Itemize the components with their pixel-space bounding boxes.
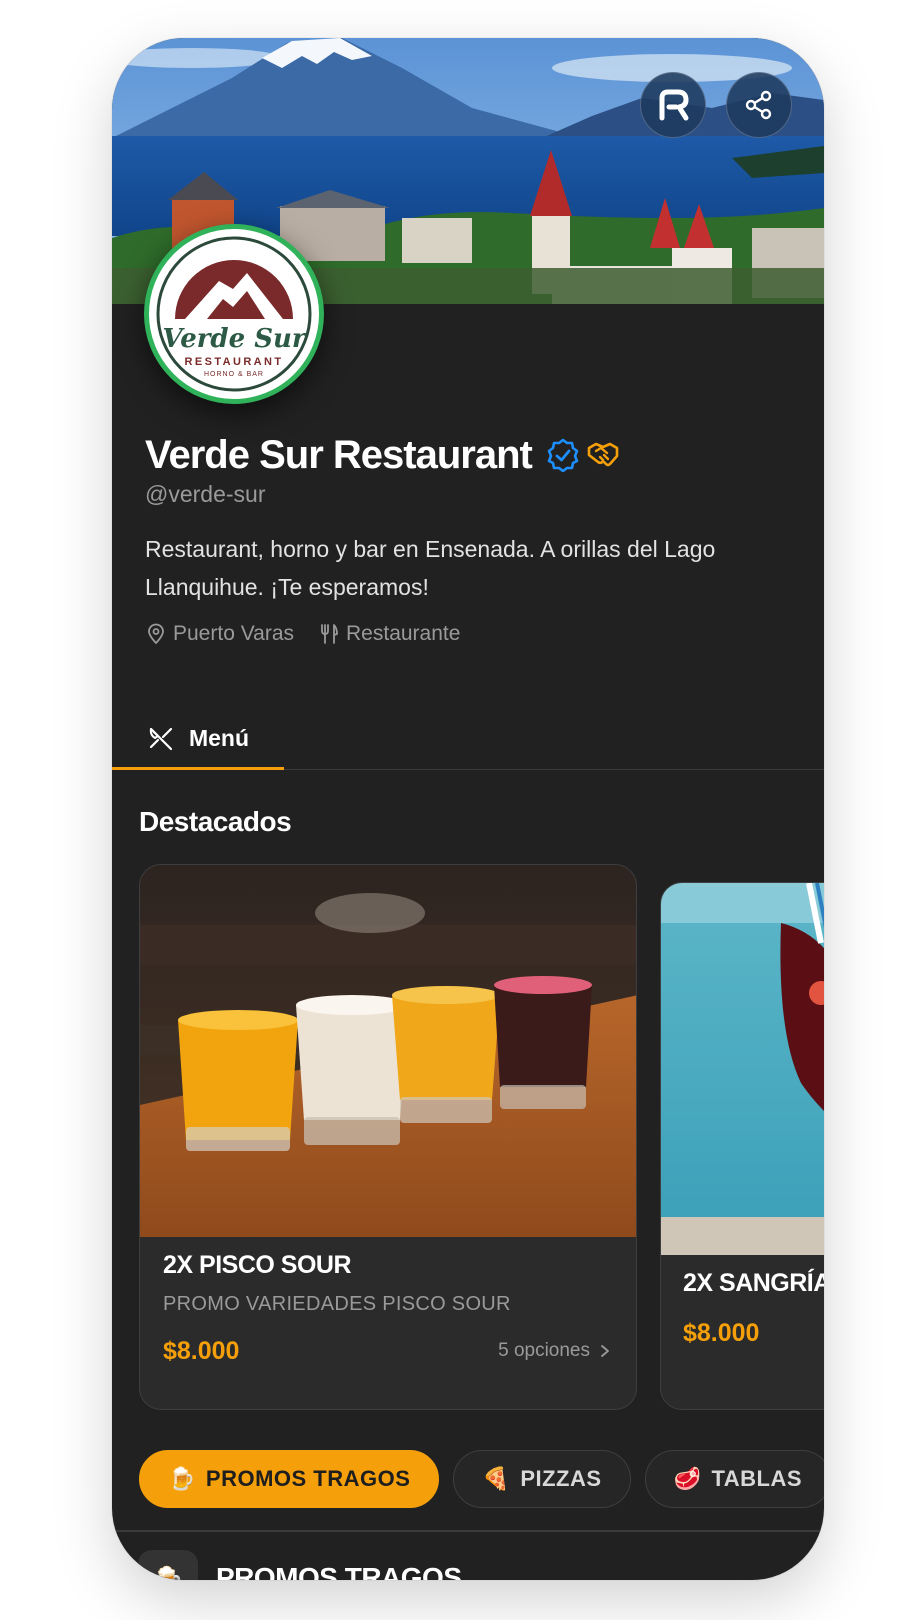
featured-item-options[interactable]: 5 opciones xyxy=(498,1340,610,1362)
partner-handshake-icon[interactable] xyxy=(586,438,620,472)
profile-badges xyxy=(546,438,620,472)
profile-handle: @verde-sur xyxy=(145,481,266,507)
profile-meta: Puerto Varas Restaurante xyxy=(145,622,460,646)
featured-title: Destacados xyxy=(139,806,292,837)
category-item: Restaurante xyxy=(318,622,460,646)
tab-menu[interactable]: Menú xyxy=(112,710,284,770)
section-divider xyxy=(112,1530,824,1532)
profile-name: Verde Sur Restaurant xyxy=(145,432,533,477)
phone-frame: Verde Sur RESTAURANT HORNO & BAR Verde S… xyxy=(112,38,824,1580)
location-text: Puerto Varas xyxy=(173,622,295,645)
location-item: Puerto Varas xyxy=(145,622,294,646)
tab-bar: Menú xyxy=(112,710,824,770)
category-text: Restaurante xyxy=(346,622,461,645)
logo-tagline: HORNO & BAR xyxy=(204,371,264,378)
chevron-right-icon xyxy=(601,1345,609,1357)
verified-icon[interactable] xyxy=(546,438,580,472)
featured-item-price: $8.000 xyxy=(163,1337,240,1365)
share-button[interactable] xyxy=(726,72,792,138)
utensils-crossed-icon xyxy=(149,727,173,750)
section-icon: 🍺 xyxy=(138,1550,198,1580)
featured-item-title: 2X PISCO SOUR xyxy=(163,1251,352,1279)
featured-item-title: 2X SANGRÍA xyxy=(683,1269,824,1297)
chip-pizzas[interactable]: 🍕 PIZZAS xyxy=(453,1450,631,1508)
fork-knife-icon xyxy=(321,624,338,644)
logo-title: Verde Sur xyxy=(162,324,307,354)
featured-item-subtitle: PROMO VARIEDADES PISCO SOUR xyxy=(163,1293,511,1315)
beer-icon: 🍺 xyxy=(151,1564,185,1581)
meat-icon: 🥩 xyxy=(673,1466,702,1491)
options-text: 5 opciones xyxy=(498,1340,590,1361)
share-icon xyxy=(745,90,772,120)
featured-card[interactable]: 2X SANGRÍA $8.000 xyxy=(660,882,824,1410)
beer-icon: 🍺 xyxy=(168,1466,196,1491)
pisco-sour-image xyxy=(140,865,636,1237)
chip-label: PIZZAS xyxy=(520,1466,602,1491)
brand-button[interactable] xyxy=(640,72,706,138)
sangria-image xyxy=(661,883,824,1255)
section-title: PROMOS TRAGOS xyxy=(216,1562,462,1580)
featured-item-price: $8.000 xyxy=(683,1319,760,1347)
profile-header: Verde Sur Restaurant xyxy=(145,430,620,480)
location-pin-icon xyxy=(148,623,164,645)
chip-label: PROMOS TRAGOS xyxy=(205,1466,411,1491)
profile-bio: Restaurant, horno y bar en Ensenada. A o… xyxy=(145,536,716,600)
pizza-icon: 🍕 xyxy=(482,1466,511,1491)
featured-card[interactable]: 2X PISCO SOUR PROMO VARIEDADES PISCO SOU… xyxy=(139,864,637,1410)
chip-promos-tragos[interactable]: 🍺 PROMOS TRAGOS xyxy=(139,1450,440,1508)
restaurant-logo: Verde Sur RESTAURANT HORNO & BAR xyxy=(144,224,324,404)
category-chips: 🍺 PROMOS TRAGOS 🍕 PIZZAS 🥩 TABLAS xyxy=(139,1450,824,1508)
chip-label: TABLAS xyxy=(711,1466,803,1491)
logo-subtitle: RESTAURANT xyxy=(185,356,284,368)
tab-menu-label: Menú xyxy=(188,725,250,751)
chip-tablas[interactable]: 🥩 TABLAS xyxy=(644,1450,824,1508)
brand-logo-icon xyxy=(659,89,689,121)
